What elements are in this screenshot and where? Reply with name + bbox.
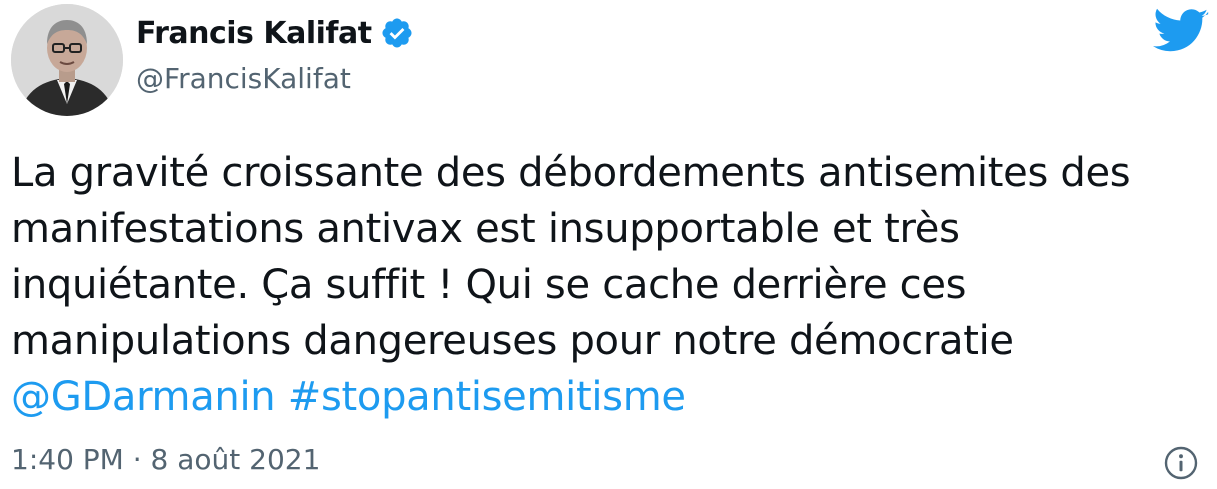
info-icon[interactable] <box>1163 445 1199 481</box>
verified-badge-icon <box>380 16 414 50</box>
avatar-portrait-image <box>11 4 123 116</box>
hashtag-link[interactable]: #stopantisemitisme <box>288 374 686 420</box>
author-name[interactable]: Francis Kalifat <box>136 16 372 51</box>
tweet-line-2: manifestations antivax est insupportable… <box>11 206 960 252</box>
tweet-card: Francis Kalifat @FrancisKalifat La gravi… <box>0 0 1217 489</box>
tweet-timestamp[interactable]: 1:40 PM · 8 août 2021 <box>11 443 320 476</box>
twitter-bird-icon[interactable] <box>1153 8 1209 56</box>
tweet-line-3: inquiétante. Ça suffit ! Qui se cache de… <box>11 262 967 308</box>
author-handle[interactable]: @FrancisKalifat <box>136 62 414 95</box>
author-name-row: Francis Kalifat <box>136 10 414 56</box>
tweet-line-1: La gravité croissante des débordements a… <box>11 150 1131 196</box>
tweet-line-4: manipulations dangereuses pour notre dém… <box>11 318 1014 364</box>
author-block: Francis Kalifat @FrancisKalifat <box>136 10 414 95</box>
avatar[interactable] <box>11 4 123 116</box>
mention-link[interactable]: @GDarmanin <box>11 374 276 420</box>
tweet-text: La gravité croissante des débordements a… <box>11 145 1206 425</box>
